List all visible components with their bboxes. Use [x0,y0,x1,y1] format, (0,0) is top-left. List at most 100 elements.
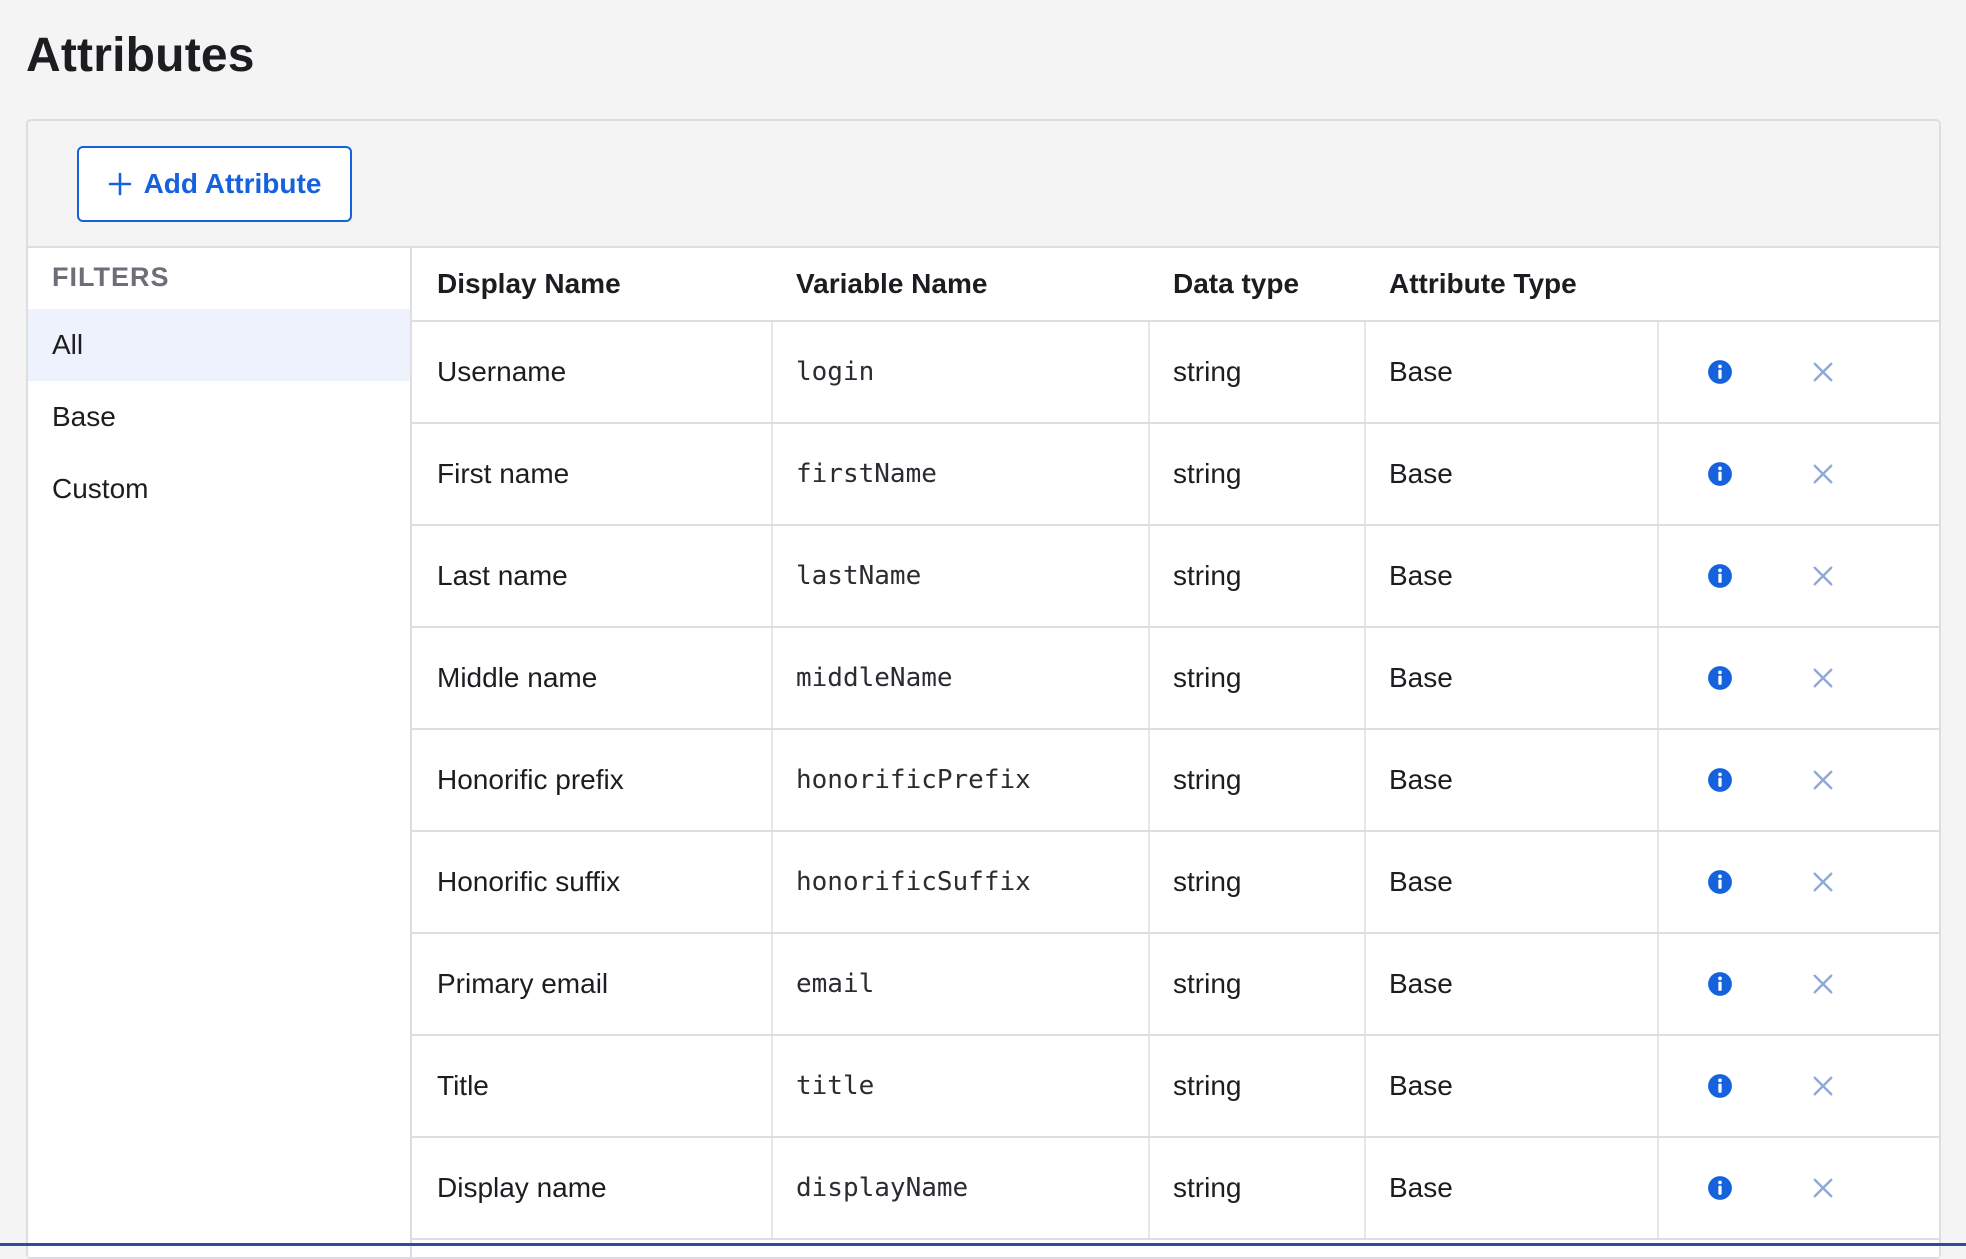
close-icon[interactable] [1812,769,1834,791]
column-divider [1657,1138,1659,1238]
column-divider [771,934,773,1034]
column-divider [1364,1138,1366,1238]
column-divider [1657,730,1659,830]
info-icon[interactable] [1707,869,1733,895]
column-divider [1364,730,1366,830]
close-icon[interactable] [1812,1075,1834,1097]
column-divider [1364,424,1366,524]
attribute-type-cell: Base [1389,662,1453,693]
close-icon[interactable] [1812,973,1834,995]
column-divider [771,1138,773,1238]
column-divider [1148,934,1150,1034]
attributes-body: FILTERS All Base Custom Display Name Var… [28,246,1939,1257]
filter-label: Custom [52,473,149,504]
column-header-attribute-type[interactable]: Attribute Type [1389,248,1577,320]
table-row[interactable]: Username login string Base [412,322,1939,424]
filter-label: Base [52,401,116,432]
data-type-cell: string [1173,1070,1242,1101]
table-row[interactable]: First name firstName string Base [412,424,1939,526]
variable-name-cell: displayName [796,1173,969,1203]
data-type-cell: string [1173,764,1242,795]
display-name-cell: Last name [437,560,568,591]
info-icon[interactable] [1707,971,1733,997]
column-divider [1657,832,1659,932]
table-row[interactable]: Honorific suffix honorificSuffix string Bas… [412,832,1939,934]
variable-name-cell: honorificSuffix [796,867,1031,897]
table-row[interactable]: Display name displayName string Base [412,1138,1939,1240]
column-header-data-type[interactable]: Data type [1173,248,1299,320]
filter-custom[interactable]: Custom [28,453,410,525]
variable-name-cell: lastName [796,561,922,591]
attribute-type-cell: Base [1389,560,1453,591]
column-header-variable-name[interactable]: Variable Name [796,248,987,320]
column-divider [1148,1138,1150,1238]
attribute-type-cell: Base [1389,866,1453,897]
column-divider [1657,424,1659,524]
close-icon[interactable] [1812,667,1834,689]
column-divider [771,628,773,728]
table-header: Display Name Variable Name Data type Att… [412,248,1939,322]
filters-sidebar: FILTERS All Base Custom [28,248,412,1257]
filter-label: All [52,329,84,360]
close-icon[interactable] [1812,463,1834,485]
table-row[interactable]: Last name lastName string Base [412,526,1939,628]
add-attribute-button[interactable]: Add Attribute [77,146,352,222]
table-row[interactable]: Primary email email string Base [412,934,1939,1036]
column-divider [1148,628,1150,728]
plus-icon [108,172,131,196]
table-row[interactable]: Honorific prefix honorificPrefix string Bas… [412,730,1939,832]
info-icon[interactable] [1707,563,1733,589]
page-title: Attributes [26,29,255,82]
table-row[interactable]: Title title string Base [412,1036,1939,1138]
display-name-cell: Honorific suffix [437,866,621,897]
attribute-type-cell: Base [1389,968,1453,999]
variable-name-cell: email [796,969,875,999]
info-icon[interactable] [1707,767,1733,793]
attributes-table: Display Name Variable Name Data type Att… [412,248,1939,1257]
info-icon[interactable] [1707,1073,1733,1099]
attribute-type-cell: Base [1389,1070,1453,1101]
display-name-cell: First name [437,458,570,489]
table-row[interactable]: Middle name middleName string Base [412,628,1939,730]
variable-name-cell: firstName [796,459,937,489]
close-icon[interactable] [1812,361,1834,383]
column-header-display-name[interactable]: Display Name [437,248,621,320]
filter-base[interactable]: Base [28,381,410,453]
column-divider [1148,1036,1150,1136]
column-divider [771,1036,773,1136]
filters-heading: FILTERS [52,262,170,292]
info-icon[interactable] [1707,1175,1733,1201]
column-divider [1364,832,1366,932]
info-icon[interactable] [1707,461,1733,487]
close-icon[interactable] [1812,1177,1834,1199]
column-divider [1657,628,1659,728]
filter-all[interactable]: All [28,309,410,381]
column-divider [771,424,773,524]
data-type-cell: string [1173,356,1242,387]
attribute-type-cell: Base [1389,458,1453,489]
close-icon[interactable] [1812,871,1834,893]
column-divider [1364,526,1366,626]
column-divider [1148,730,1150,830]
display-name-cell: Honorific prefix [437,764,624,795]
variable-name-cell: middleName [796,663,953,693]
info-icon[interactable] [1707,665,1733,691]
column-divider [1364,1036,1366,1136]
data-type-cell: string [1173,1172,1242,1203]
column-divider [1657,1036,1659,1136]
column-divider [1148,526,1150,626]
display-name-cell: Middle name [437,662,598,693]
variable-name-cell: login [796,357,875,387]
close-icon[interactable] [1812,565,1834,587]
data-type-cell: string [1173,968,1242,999]
column-divider [1364,934,1366,1034]
info-icon[interactable] [1707,359,1733,385]
column-divider [1657,322,1659,422]
data-type-cell: string [1173,560,1242,591]
column-divider [771,832,773,932]
display-name-cell: Title [437,1070,489,1101]
column-divider [1657,526,1659,626]
column-divider [1148,832,1150,932]
attribute-type-cell: Base [1389,356,1453,387]
variable-name-cell: title [796,1071,875,1101]
